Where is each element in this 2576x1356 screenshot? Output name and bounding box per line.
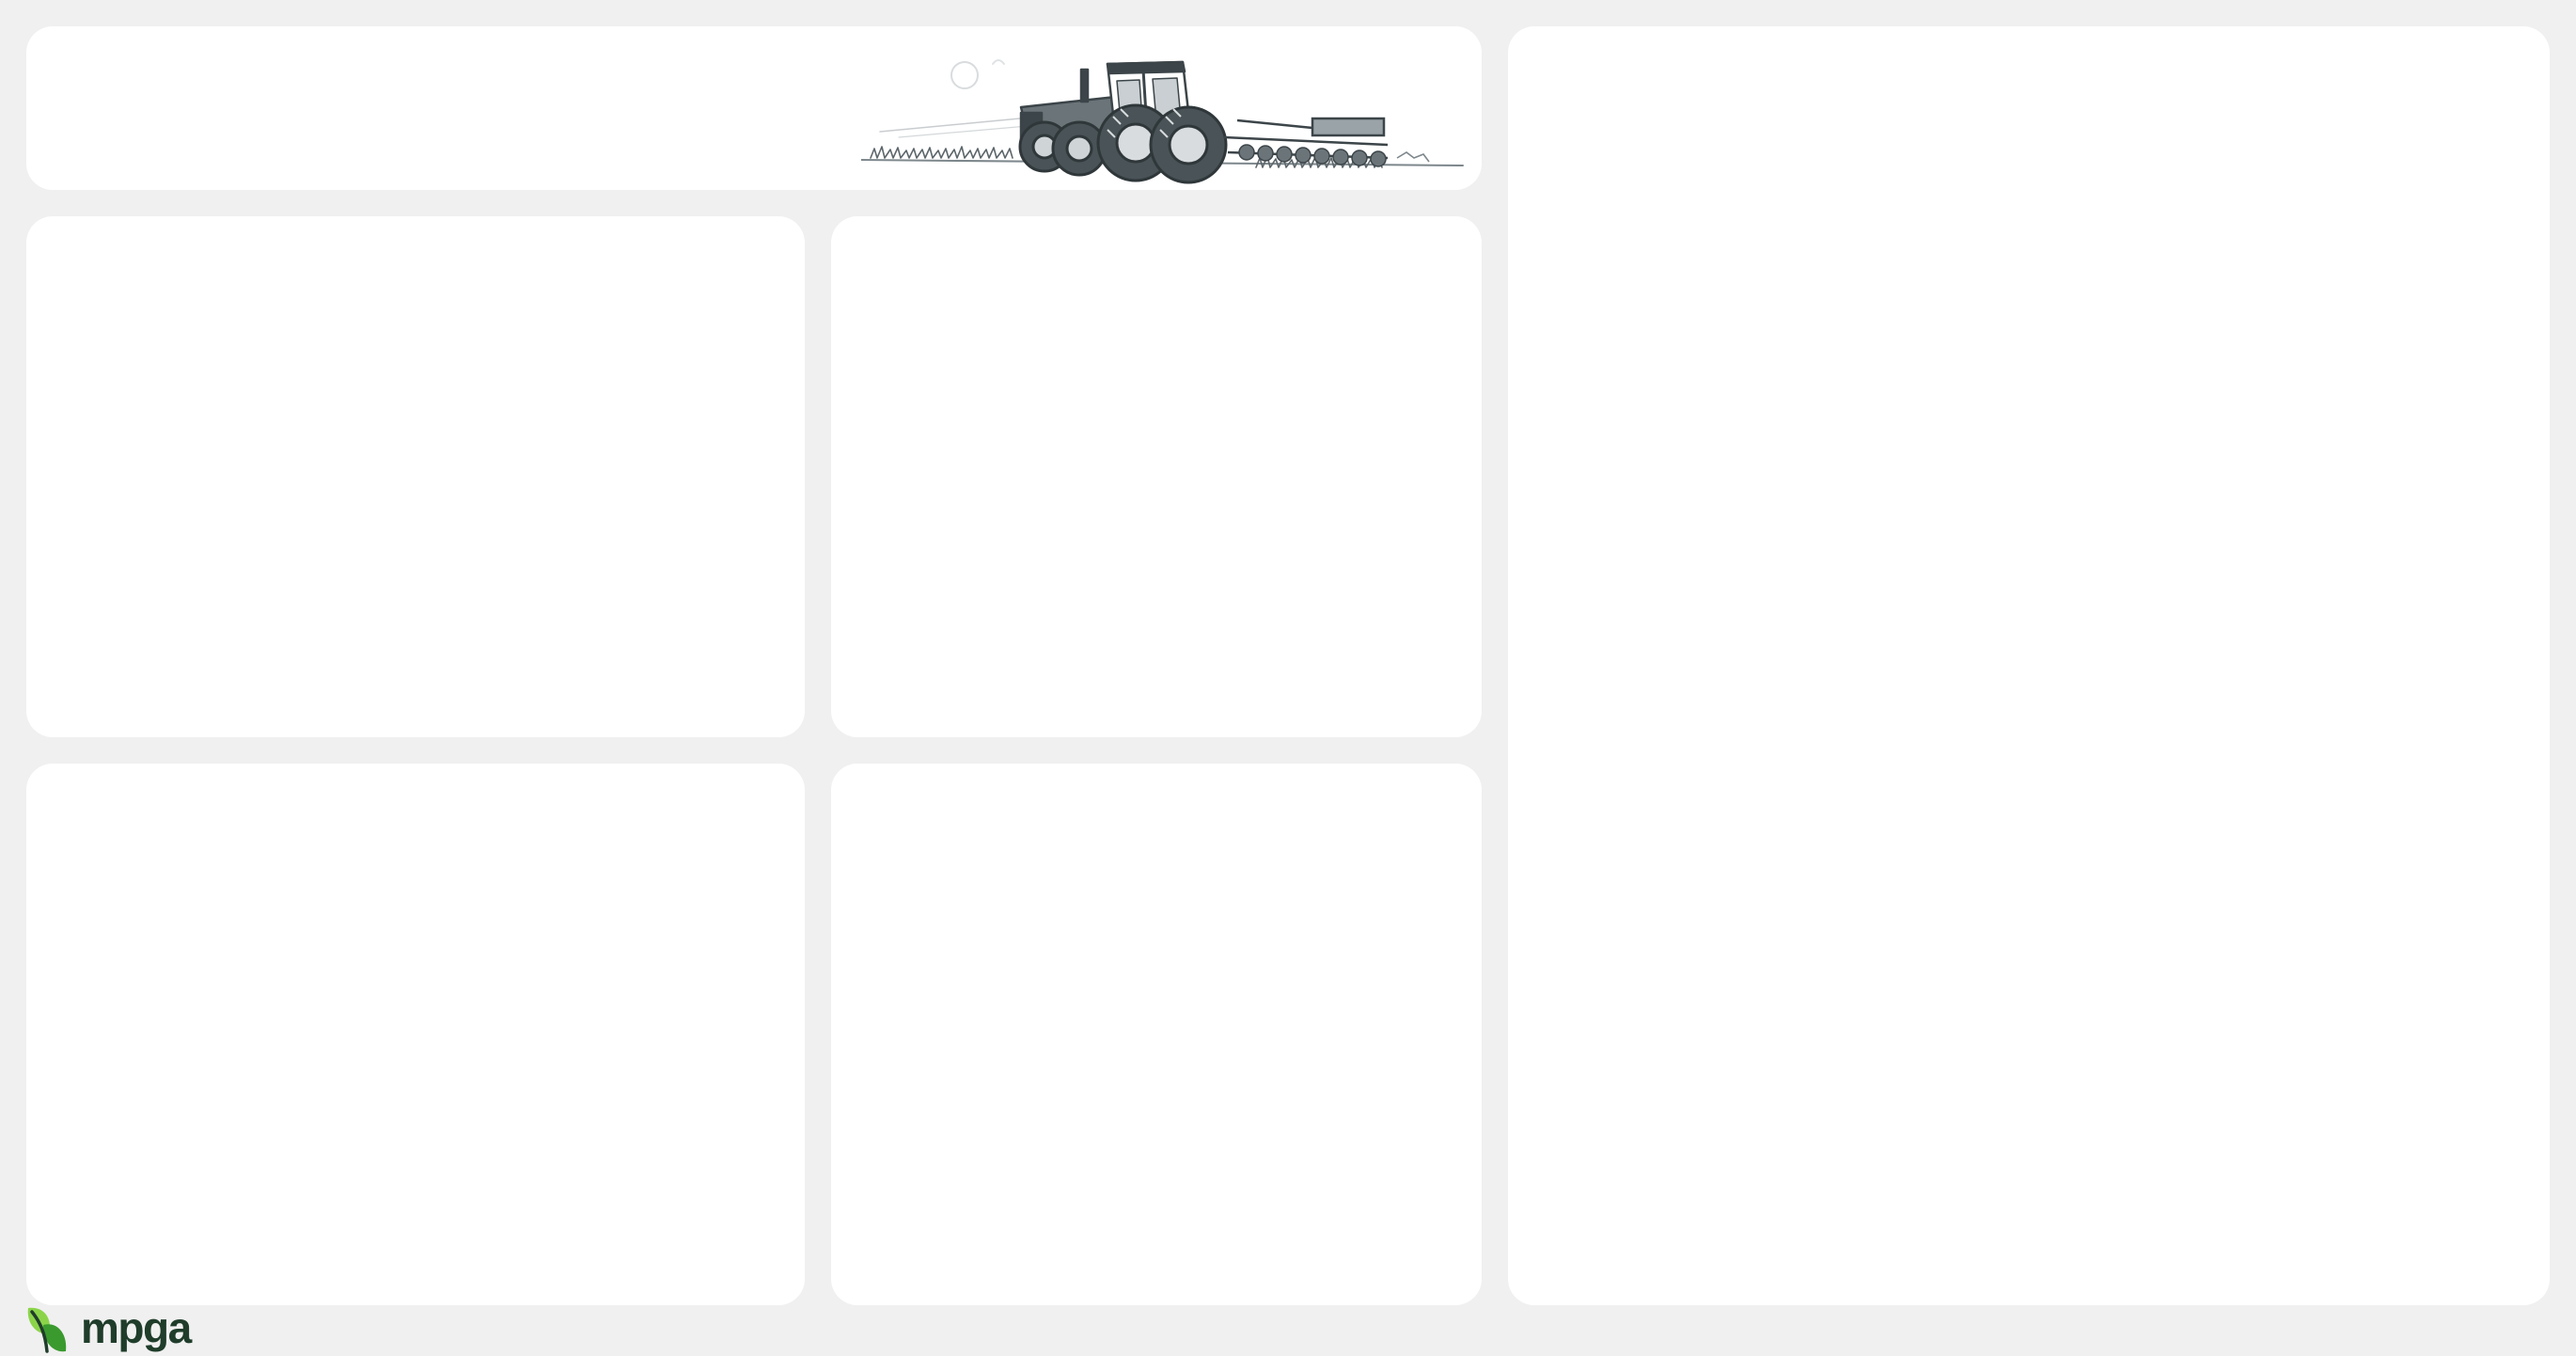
tractor-illustration [861, 59, 1464, 184]
leaf-mark-icon [27, 1307, 67, 1353]
side-panel [1508, 26, 2550, 1305]
content-panel-top-left [26, 216, 805, 737]
content-panel-top-right [831, 216, 1482, 737]
content-panel-bottom-right [831, 764, 1482, 1305]
brand-wordmark: mpga [81, 1303, 192, 1352]
content-panel-bottom-left [26, 764, 805, 1305]
brand-logo[interactable]: mpga [24, 1303, 192, 1356]
header-banner [26, 26, 1482, 190]
